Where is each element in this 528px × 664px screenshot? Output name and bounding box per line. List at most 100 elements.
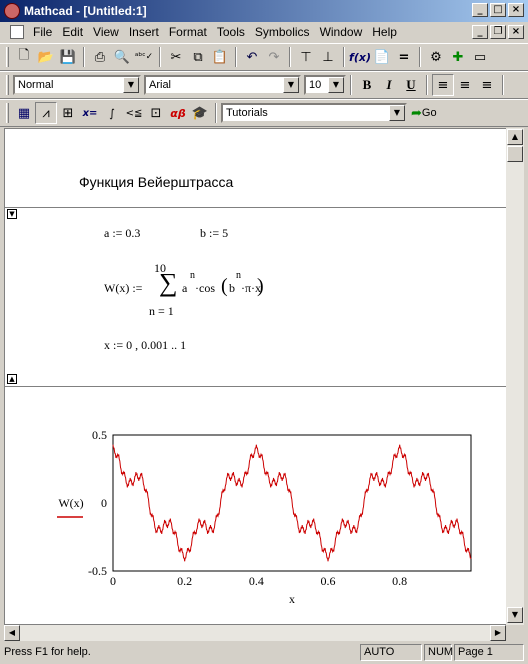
standard-toolbar: 🗋 📂 💾 ⎙ 🔍 ᵃᵇᶜ✓ ✂ ⧉ 📋 ↶ ↷ ⊤ ⊥ f(x) 📄 = ⚙ …: [0, 43, 528, 71]
print-icon[interactable]: ⎙: [89, 46, 111, 68]
heading-text[interactable]: Функция Вейерштрасса: [79, 174, 233, 190]
spell-check-icon[interactable]: ᵃᵇᶜ✓: [133, 46, 155, 68]
insert-unit-icon[interactable]: 📄: [371, 46, 393, 68]
go-button[interactable]: ➦ Go: [411, 105, 437, 121]
align-down-icon[interactable]: ⊥: [317, 46, 339, 68]
scroll-left-icon[interactable]: ◀: [4, 625, 20, 641]
scroll-thumb[interactable]: [507, 146, 523, 162]
x-tick-label: 0.2: [177, 574, 192, 588]
redo-icon[interactable]: ↷: [263, 46, 285, 68]
bold-button[interactable]: B: [356, 74, 378, 96]
calculator-icon[interactable]: ▦: [13, 102, 35, 124]
weierstrass-plot[interactable]: 0 0.2 0.4 0.6 0.80.50-0.5xW(x): [5, 429, 508, 625]
scroll-right-icon[interactable]: ▶: [490, 625, 506, 641]
chevron-down-icon[interactable]: ▼: [328, 77, 344, 93]
font-select[interactable]: Arial ▼: [144, 75, 301, 95]
cut-icon[interactable]: ✂: [165, 46, 187, 68]
calculus-icon[interactable]: ∫: [101, 102, 123, 124]
doc-minimize-button[interactable]: _: [472, 25, 488, 39]
boolean-icon[interactable]: <≦: [123, 102, 145, 124]
insert-function-icon[interactable]: f(x): [349, 46, 371, 68]
doc-close-button[interactable]: ×: [508, 25, 524, 39]
resource-icon[interactable]: ✚: [447, 46, 469, 68]
range-definition[interactable]: x := 0 , 0.001 .. 1: [104, 338, 186, 353]
minimize-button[interactable]: _: [472, 3, 488, 17]
scroll-up-icon[interactable]: ▲: [507, 129, 523, 145]
series-line-wx: [112, 444, 472, 562]
paren-close: ): [257, 275, 264, 297]
align-right-icon[interactable]: ≡: [476, 74, 498, 96]
new-icon[interactable]: 🗋: [13, 46, 35, 68]
menu-format[interactable]: Format: [164, 25, 212, 39]
italic-button[interactable]: I: [378, 74, 400, 96]
window-icon[interactable]: ▭: [469, 46, 491, 68]
align-icon[interactable]: ⊤: [295, 46, 317, 68]
evaluation-icon[interactable]: x=: [79, 102, 101, 124]
menu-insert[interactable]: Insert: [124, 25, 164, 39]
window-title: Mathcad - [Untitled:1]: [24, 4, 147, 18]
undo-icon[interactable]: ↶: [241, 46, 263, 68]
symbolic-icon[interactable]: 🎓: [189, 102, 211, 124]
copy-icon[interactable]: ⧉: [187, 46, 209, 68]
menu-tools[interactable]: Tools: [212, 25, 250, 39]
x-tick-label: 0.4: [249, 574, 264, 588]
term-a: a: [182, 281, 188, 295]
vertical-scrollbar[interactable]: ▲ ▼: [506, 128, 524, 625]
save-icon[interactable]: 💾: [57, 46, 79, 68]
menu-edit[interactable]: Edit: [57, 25, 88, 39]
menu-view[interactable]: View: [88, 25, 124, 39]
y-tick-label: 0.5: [92, 429, 107, 442]
underline-button[interactable]: U: [400, 74, 422, 96]
y-tick-label: 0: [101, 496, 107, 510]
chevron-down-icon[interactable]: ▼: [389, 105, 405, 121]
menu-file[interactable]: File: [28, 25, 57, 39]
region-divider: [5, 386, 507, 387]
title-bar: Mathcad - [Untitled:1] _ □ ×: [0, 0, 528, 22]
w-lhs: W(x) :=: [104, 281, 143, 295]
maximize-button[interactable]: □: [490, 3, 506, 17]
term-b: b: [229, 281, 235, 295]
component-icon[interactable]: ⚙: [425, 46, 447, 68]
go-arrow-icon: ➦: [411, 105, 422, 120]
region-divider: [5, 207, 507, 208]
align-center-icon[interactable]: ≡: [454, 74, 476, 96]
status-help: Press F1 for help.: [4, 646, 91, 658]
document-icon[interactable]: [10, 25, 24, 39]
menu-help[interactable]: Help: [367, 25, 402, 39]
math-toolbar: ▦ ⩘ ⊞ x= ∫ <≦ ⊡ αβ 🎓 Tutorials ▼ ➦ Go: [0, 99, 528, 127]
resources-select[interactable]: Tutorials ▼: [221, 103, 407, 123]
paste-icon[interactable]: 📋: [209, 46, 231, 68]
horizontal-scrollbar[interactable]: ◀ ▶: [4, 625, 506, 641]
x-tick-label: 0: [110, 574, 116, 588]
x-tick-label: 0.8: [392, 574, 407, 588]
doc-restore-button[interactable]: ❐: [490, 25, 506, 39]
programming-icon[interactable]: ⊡: [145, 102, 167, 124]
font-size-select[interactable]: 10 ▼: [304, 75, 346, 95]
collapse-marker[interactable]: ▼: [7, 209, 17, 219]
matrix-icon[interactable]: ⊞: [57, 102, 79, 124]
open-icon[interactable]: 📂: [35, 46, 57, 68]
def-b[interactable]: b := 5: [200, 226, 228, 241]
mathcad-app-icon[interactable]: [4, 3, 20, 19]
status-bar: Press F1 for help. AUTO NUM Page 1: [0, 643, 528, 663]
paren-open: (: [221, 275, 228, 297]
y-tick-label: -0.5: [88, 564, 107, 578]
align-left-icon[interactable]: ≡: [432, 74, 454, 96]
chevron-down-icon[interactable]: ▼: [123, 77, 139, 93]
close-button[interactable]: ×: [508, 3, 524, 17]
chevron-down-icon[interactable]: ▼: [283, 77, 299, 93]
x-tick-label: 0.6: [321, 574, 336, 588]
menu-window[interactable]: Window: [315, 25, 368, 39]
status-mode: AUTO: [360, 644, 422, 661]
scroll-down-icon[interactable]: ▼: [507, 607, 523, 623]
style-select[interactable]: Normal ▼: [13, 75, 141, 95]
resources-value: Tutorials: [226, 107, 268, 119]
worksheet[interactable]: Функция Вейерштрасса ▼ a := 0.3 b := 5 W…: [4, 128, 508, 625]
expand-marker[interactable]: ▲: [7, 374, 17, 384]
calculate-icon[interactable]: =: [393, 46, 415, 68]
greek-icon[interactable]: αβ: [167, 102, 189, 124]
print-preview-icon[interactable]: 🔍: [111, 46, 133, 68]
menu-symbolics[interactable]: Symbolics: [250, 25, 315, 39]
graph-icon[interactable]: ⩘: [35, 102, 57, 124]
def-a[interactable]: a := 0.3: [104, 226, 140, 241]
